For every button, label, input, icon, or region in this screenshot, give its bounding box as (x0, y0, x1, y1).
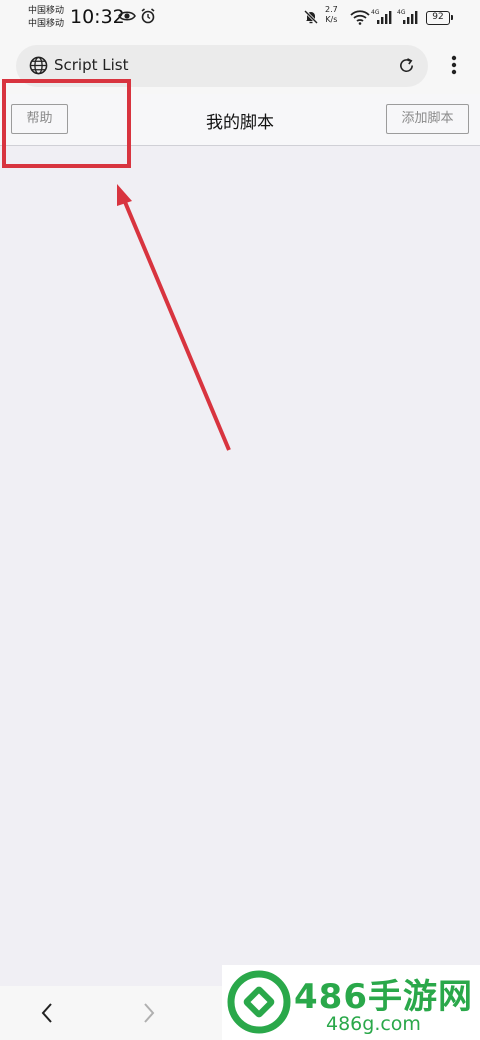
globe-icon (29, 56, 48, 75)
url-text[interactable]: Script List (54, 56, 129, 74)
eye-icon (118, 11, 136, 21)
watermark-brand: 486手游网 (294, 977, 473, 1017)
carrier-1: 中国移动 (28, 6, 65, 16)
signal-icon (403, 11, 418, 24)
signal-icon (377, 11, 392, 24)
watermark-domain: 486g.com (326, 1013, 421, 1035)
add-script-button[interactable]: 添加脚本 (386, 104, 469, 134)
annotation-highlight-box (2, 79, 131, 168)
mute-bell-icon (303, 9, 319, 25)
watermark: 486手游网 486g.com (222, 965, 480, 1040)
reload-icon[interactable] (398, 57, 415, 74)
net-speed-value: 2.7 (325, 5, 338, 14)
forward-icon[interactable] (138, 1002, 158, 1024)
watermark-logo-icon (227, 970, 291, 1034)
script-list-area (0, 147, 480, 986)
wifi-icon (350, 10, 370, 25)
more-vert-icon[interactable] (444, 54, 464, 80)
carrier-info: 中国移动 中国移动 (28, 5, 64, 31)
carrier-2: 中国移动 (28, 19, 65, 29)
net-speed-unit: K/s (325, 15, 338, 24)
status-bar: 中国移动 中国移动 10:32 2.7 K/s 4G 4G 92 (0, 0, 480, 38)
clock: 10:32 (70, 6, 125, 28)
battery-icon: 92 (426, 11, 453, 25)
back-icon[interactable] (38, 1002, 58, 1024)
alarm-icon (141, 8, 155, 24)
network-speed: 2.7 K/s (325, 5, 338, 25)
